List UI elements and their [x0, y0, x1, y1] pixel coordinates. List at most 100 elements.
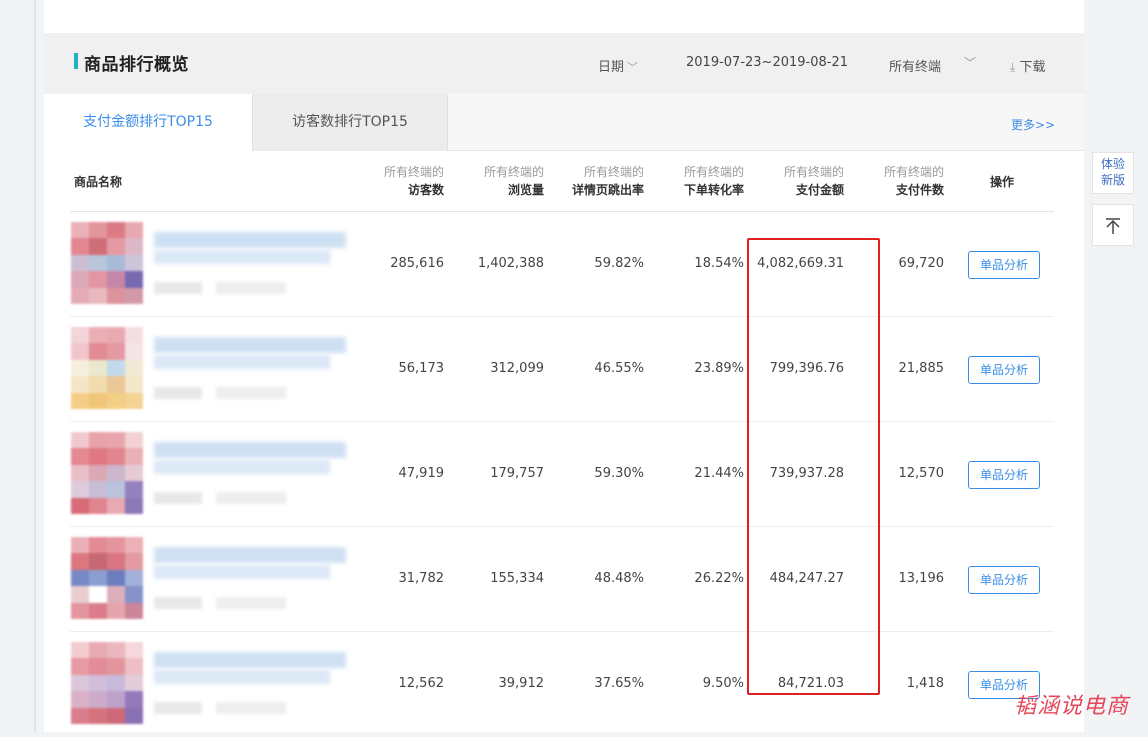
visitors-value: 31,782 [398, 571, 445, 586]
pageviews-value: 39,912 [498, 676, 545, 691]
download-label: 下载 [1019, 60, 1046, 75]
product-name-blurred [154, 460, 330, 474]
column-header-main: 支付金额 [795, 183, 844, 197]
single-product-analysis-button[interactable]: 单品分析 [968, 461, 1040, 489]
payment-items-value: 13,196 [898, 571, 945, 586]
product-thumbnail[interactable] [71, 537, 143, 619]
more-link[interactable]: 更多>> [1011, 116, 1055, 133]
pageviews-value: 155,334 [490, 571, 544, 586]
tabs-row: 支付金额排行TOP15 访客数排行TOP15 更多>> [44, 94, 1084, 152]
single-product-analysis-button[interactable]: 单品分析 [968, 251, 1040, 279]
product-thumbnail[interactable] [71, 432, 143, 514]
single-product-analysis-button[interactable]: 单品分析 [968, 356, 1040, 384]
visitors-value: 47,919 [398, 466, 445, 481]
top-card [44, 0, 1084, 33]
column-header-sub: 所有终端的 [683, 165, 744, 179]
column-header-sub: 所有终端的 [383, 165, 444, 179]
bounce-rate-value: 59.30% [594, 466, 644, 481]
conversion-rate-value: 18.54% [694, 256, 744, 271]
date-dropdown[interactable]: 日期 ﹀ [598, 56, 638, 75]
product-meta-blurred [154, 387, 202, 399]
conversion-rate-value: 26.22% [694, 571, 744, 586]
visitors-value: 56,173 [398, 361, 445, 376]
product-name-blurred[interactable] [154, 652, 346, 668]
payment-items-value: 21,885 [898, 361, 945, 376]
product-meta-blurred [216, 282, 286, 294]
title-accent-bar [74, 53, 78, 69]
product-name-blurred[interactable] [154, 442, 346, 458]
column-header-visitors: 所有终端的 访客数 [374, 163, 444, 199]
column-header-main: 支付件数 [895, 183, 944, 197]
bounce-rate-value: 46.55% [594, 361, 644, 376]
product-name-blurred [154, 355, 330, 369]
download-button[interactable]: ⤓ 下载 [1010, 56, 1045, 75]
tab-visitors-top15[interactable]: 访客数排行TOP15 [252, 94, 448, 151]
column-header-sub: 所有终端的 [883, 165, 944, 179]
pageviews-value: 1,402,388 [477, 256, 544, 271]
visitors-value: 285,616 [390, 256, 444, 271]
product-thumbnail[interactable] [71, 222, 143, 304]
column-header-payment-amount: 所有终端的 支付金额 [764, 163, 844, 199]
back-to-top-button[interactable] [1092, 204, 1134, 246]
panel-header: 商品排行概览 日期 ﹀ 2019-07-23~2019-08-21 所有终端 ﹀ … [44, 33, 1084, 94]
product-thumbnail[interactable] [71, 642, 143, 724]
column-header-sub: 所有终端的 [783, 165, 844, 179]
payment-items-value: 1,418 [906, 676, 944, 691]
payment-amount-highlight-box [747, 238, 880, 695]
column-header-operation: 操作 [990, 175, 1015, 189]
table-row: 47,919 179,757 59.30% 21.44% 739,937.28 … [70, 422, 1054, 527]
single-product-analysis-button[interactable]: 单品分析 [968, 566, 1040, 594]
column-header-main: 详情页跳出率 [571, 183, 644, 197]
product-thumbnail[interactable] [71, 327, 143, 409]
visitors-value: 12,562 [398, 676, 445, 691]
chevron-down-icon[interactable]: ﹀ [964, 54, 976, 71]
product-name-blurred [154, 670, 330, 684]
conversion-rate-value: 9.50% [702, 676, 744, 691]
table-row: 56,173 312,099 46.55% 23.89% 799,396.76 … [70, 317, 1054, 422]
product-name-blurred[interactable] [154, 337, 346, 353]
payment-items-value: 12,570 [898, 466, 945, 481]
product-meta-blurred [216, 597, 286, 609]
chevron-down-icon: ﹀ [627, 61, 639, 74]
product-meta-blurred [154, 282, 202, 294]
try-new-version-line2: 新版 [1100, 173, 1125, 187]
column-header-pageviews: 所有终端的 浏览量 [474, 163, 544, 199]
panel-title: 商品排行概览 [84, 55, 189, 75]
tab-payment-top15[interactable]: 支付金额排行TOP15 [44, 94, 252, 152]
conversion-rate-value: 23.89% [694, 361, 744, 376]
product-name-blurred [154, 250, 330, 264]
date-range[interactable]: 2019-07-23~2019-08-21 [686, 55, 848, 70]
product-meta-blurred [216, 492, 286, 504]
column-header-main: 访客数 [407, 183, 444, 197]
try-new-version-button[interactable]: 体验 新版 [1092, 152, 1134, 194]
product-name-blurred [154, 565, 330, 579]
left-rule [34, 0, 36, 732]
pageviews-value: 312,099 [490, 361, 544, 376]
conversion-rate-value: 21.44% [694, 466, 744, 481]
product-meta-blurred [154, 597, 202, 609]
column-header-payment-items: 所有终端的 支付件数 [864, 163, 944, 199]
pageviews-value: 179,757 [490, 466, 544, 481]
column-header-product-name: 商品名称 [74, 175, 123, 189]
table-row: 12,562 39,912 37.65% 9.50% 84,721.03 1,4… [70, 632, 1054, 737]
product-name-blurred[interactable] [154, 547, 346, 563]
bounce-rate-value: 59.82% [594, 256, 644, 271]
column-header-main: 下单转化率 [683, 183, 744, 197]
download-icon: ⤓ [1010, 60, 1016, 74]
payment-items-value: 69,720 [898, 256, 945, 271]
terminal-dropdown[interactable]: 所有终端 [889, 56, 941, 75]
arrow-up-to-top-icon [1106, 218, 1120, 234]
column-header-sub: 所有终端的 [583, 165, 644, 179]
column-header-sub: 所有终端的 [483, 165, 544, 179]
column-header-conversion-rate: 所有终端的 下单转化率 [654, 163, 744, 199]
product-meta-blurred [154, 492, 202, 504]
product-name-blurred[interactable] [154, 232, 346, 248]
column-header-main: 浏览量 [507, 183, 544, 197]
column-header-bounce-rate: 所有终端的 详情页跳出率 [544, 163, 644, 199]
product-ranking-panel: 商品排行概览 日期 ﹀ 2019-07-23~2019-08-21 所有终端 ﹀ … [44, 33, 1084, 732]
date-label: 日期 [598, 60, 625, 75]
bounce-rate-value: 48.48% [594, 571, 644, 586]
bounce-rate-value: 37.65% [594, 676, 644, 691]
product-meta-blurred [216, 702, 286, 714]
watermark: 韬涵说电商 [1014, 694, 1130, 719]
